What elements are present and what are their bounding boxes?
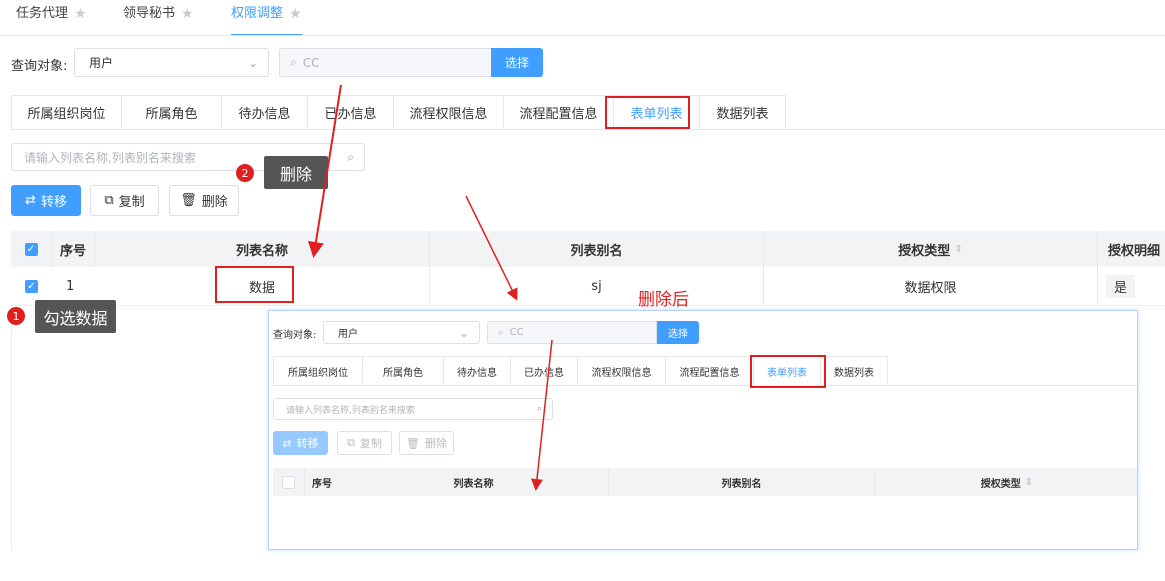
arrow-to-preview: [465, 195, 518, 301]
arrow-inner: [531, 339, 553, 491]
arrow-to-list-name: [307, 84, 342, 258]
annotation-arrows: [307, 84, 553, 491]
